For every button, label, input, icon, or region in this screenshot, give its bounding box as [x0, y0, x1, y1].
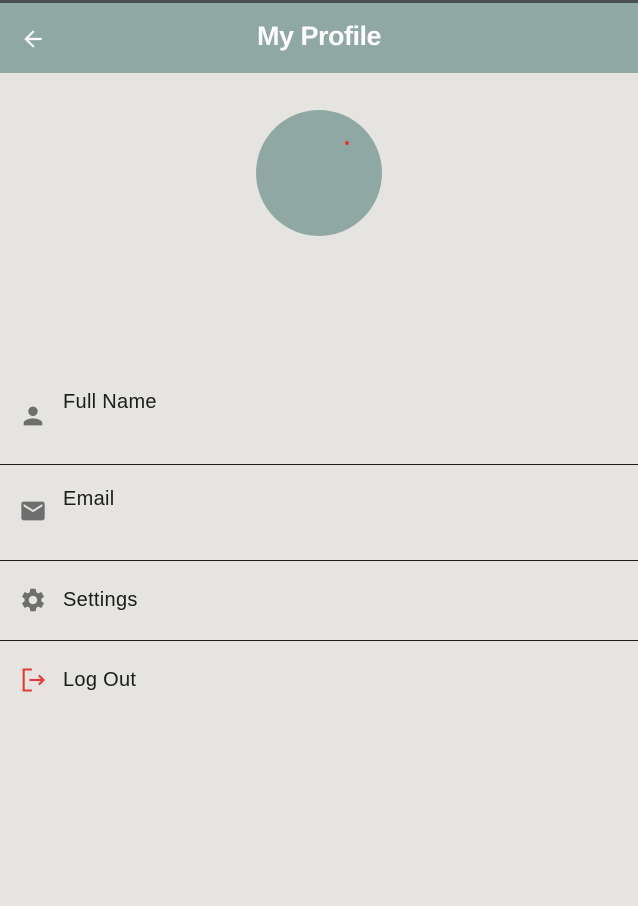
gear-icon	[19, 586, 47, 614]
settings-label: Settings	[63, 589, 138, 611]
page-title: My Profile	[256, 21, 382, 51]
full-name-label: Full Name	[63, 391, 157, 413]
logout-row[interactable]: Log Out	[0, 641, 638, 721]
avatar-indicator-dot	[345, 141, 349, 145]
settings-row[interactable]: Settings	[0, 561, 638, 640]
logout-label: Log Out	[63, 669, 137, 691]
person-icon	[19, 402, 47, 430]
email-row[interactable]: Email	[0, 465, 638, 560]
full-name-row[interactable]: Full Name	[0, 380, 638, 464]
mail-icon	[19, 497, 47, 525]
email-label: Email	[63, 488, 115, 510]
app-bar: My Profile	[0, 3, 638, 73]
avatar[interactable]	[256, 110, 382, 236]
logout-icon	[19, 666, 47, 694]
